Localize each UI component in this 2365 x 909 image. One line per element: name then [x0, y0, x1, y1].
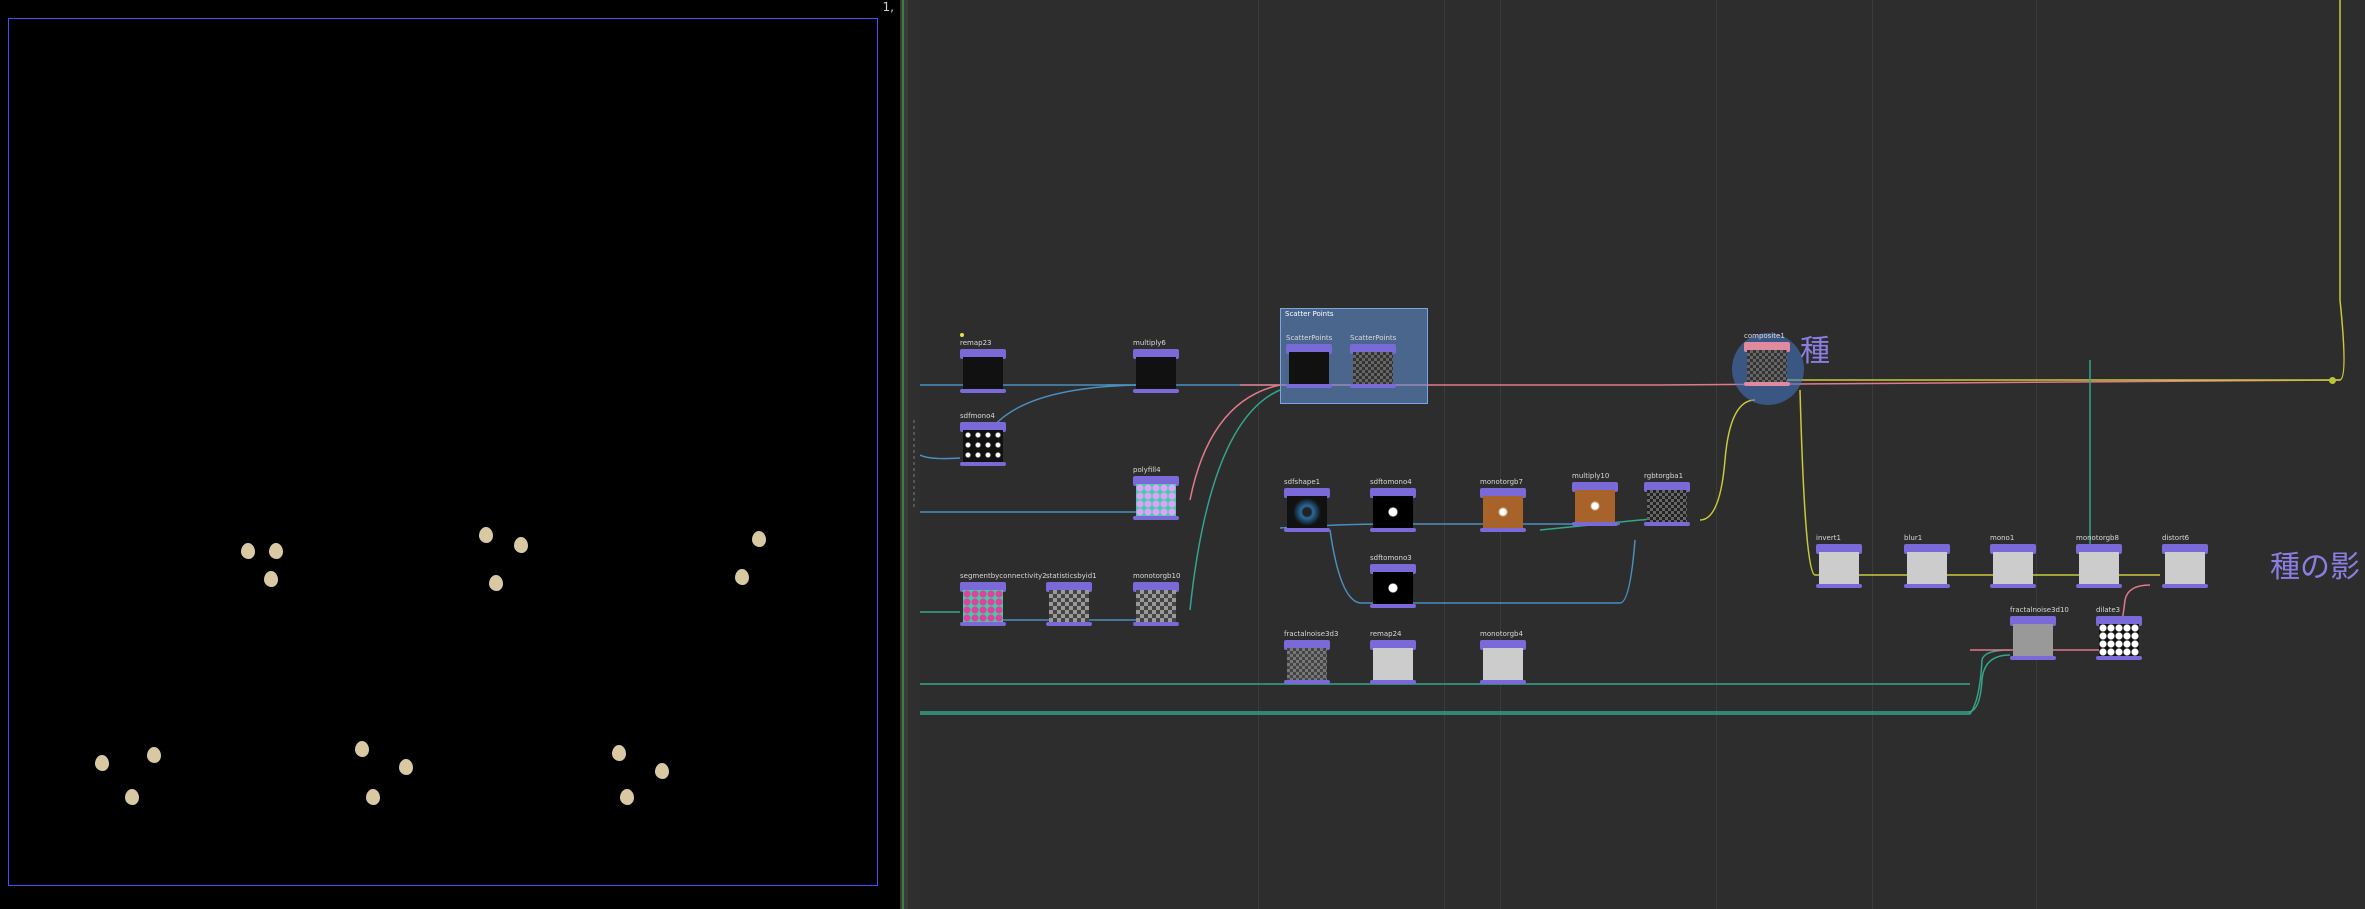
- node-scatterpoints2[interactable]: ScatterPoints: [1350, 334, 1396, 392]
- seed-shape: [735, 569, 749, 585]
- seed-shape: [489, 575, 503, 591]
- node-remap24[interactable]: remap24: [1370, 630, 1416, 688]
- seed-shape: [269, 543, 283, 559]
- seed-shape: [366, 789, 380, 805]
- node-sdftomono4[interactable]: sdftomono4: [1370, 478, 1416, 536]
- node-scatterpoints1[interactable]: ScatterPoints: [1286, 334, 1332, 392]
- node-invert1[interactable]: invert1: [1816, 534, 1862, 592]
- viewer-corner-label: 1,: [882, 0, 894, 14]
- node-monotorgb4[interactable]: monotorgb4: [1480, 630, 1526, 688]
- node-network[interactable]: Scatter Points remap23 sdfmono4 multiply…: [920, 0, 2365, 909]
- node-wires: [920, 0, 2345, 715]
- node-polyfill4[interactable]: polyfill4: [1133, 466, 1179, 524]
- node-sdfshape1[interactable]: sdfshape1: [1284, 478, 1330, 536]
- strip-grip-icon: [913, 420, 915, 510]
- node-blur1[interactable]: blur1: [1904, 534, 1950, 592]
- seed-shape: [241, 543, 255, 559]
- node-monotorgb7[interactable]: monotorgb7: [1480, 478, 1526, 536]
- node-monotorgb8[interactable]: monotorgb8: [2076, 534, 2122, 592]
- node-statisticsbyid1[interactable]: statisticsbyid1: [1046, 572, 1097, 630]
- network-sticky-label-seed: 種: [1800, 334, 1830, 369]
- scatter-box-title: Scatter Points: [1285, 310, 1334, 318]
- seed-shape: [752, 531, 766, 547]
- image-viewer[interactable]: 1,: [0, 0, 900, 909]
- seed-shape: [355, 741, 369, 757]
- seed-shape: [125, 789, 139, 805]
- node-fractalnoise3d3[interactable]: fractalnoise3d3: [1284, 630, 1338, 688]
- node-distort6[interactable]: distort6: [2162, 534, 2208, 592]
- seed-shape: [655, 763, 669, 779]
- node-monotorgb10[interactable]: monotorgb10: [1133, 572, 1180, 630]
- node-rgbtorgba1[interactable]: rgbtorgba1: [1644, 472, 1690, 530]
- node-dilate3[interactable]: dilate3: [2096, 606, 2142, 664]
- seed-shape: [95, 755, 109, 771]
- seed-shape: [514, 537, 528, 553]
- node-fractalnoise3d10[interactable]: fractalnoise3d10: [2010, 606, 2069, 664]
- seed-shape: [147, 747, 161, 763]
- seed-shape: [620, 789, 634, 805]
- seed-shape: [399, 759, 413, 775]
- viewer-frame: [8, 18, 878, 886]
- seed-shape: [479, 527, 493, 543]
- splitter-highlight: [902, 0, 904, 909]
- seed-shape: [264, 571, 278, 587]
- node-sdftomono3[interactable]: sdftomono3: [1370, 554, 1416, 612]
- node-composite1[interactable]: composite1: [1744, 332, 1790, 390]
- node-multiply10[interactable]: multiply10: [1572, 472, 1618, 530]
- seed-shape: [612, 745, 626, 761]
- node-segmentbyconnectivity2[interactable]: segmentbyconnectivity2: [960, 572, 1047, 630]
- node-mono1[interactable]: mono1: [1990, 534, 2036, 592]
- node-sdfmono4[interactable]: sdfmono4: [960, 412, 1006, 470]
- node-multiply6[interactable]: multiply6: [1133, 339, 1179, 397]
- display-flag-icon: [960, 333, 964, 337]
- node-remap23[interactable]: remap23: [960, 333, 1006, 397]
- wire-knot-icon[interactable]: [2329, 377, 2336, 384]
- network-sticky-label-shadow: 種の影: [2270, 550, 2360, 585]
